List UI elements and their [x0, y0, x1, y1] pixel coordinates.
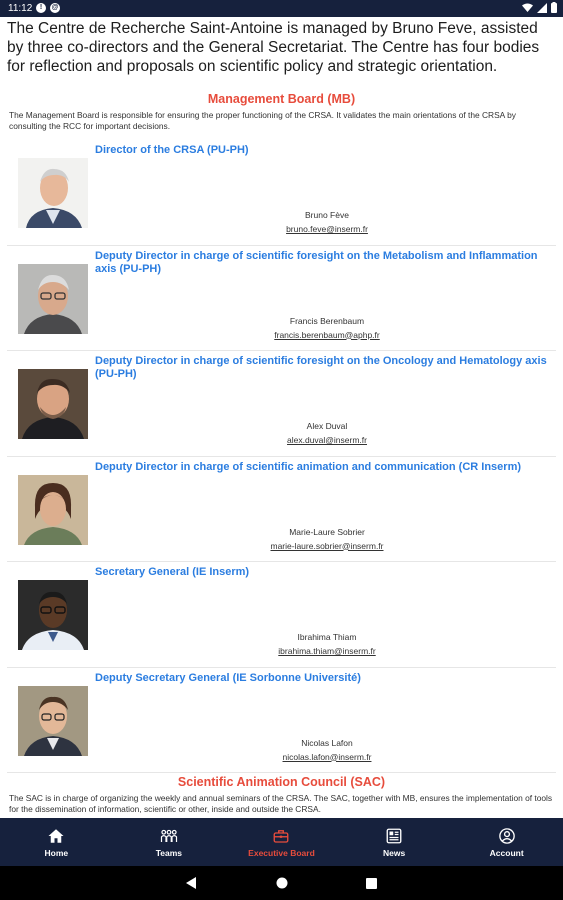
member-email-link[interactable]: ibrahima.thiam@inserm.fr	[167, 646, 487, 656]
notification-icon: !	[36, 3, 46, 13]
nav-item-teams[interactable]: Teams	[113, 818, 226, 866]
member-role[interactable]: Deputy Secretary General (IE Sorbonne Un…	[95, 672, 555, 685]
nav-label: Home	[44, 847, 69, 858]
member-name: Alex Duval	[306, 421, 348, 431]
member-role[interactable]: Deputy Director in charge of scientific …	[95, 461, 555, 474]
member-name: Ibrahima Thiam	[297, 632, 357, 642]
member-photo	[18, 369, 88, 439]
member-email-link[interactable]: bruno.feve@inserm.fr	[167, 224, 487, 234]
status-bar: 11:12 ! @	[0, 0, 563, 17]
home-icon	[48, 828, 64, 843]
nav-item-news[interactable]: News	[338, 818, 451, 866]
signal-icon	[537, 2, 547, 13]
member-photo	[18, 158, 88, 228]
member-card: Director of the CRSA (PU-PH) Bruno Fève …	[7, 140, 556, 246]
nav-item-executive-board[interactable]: Executive Board	[225, 818, 338, 866]
member-role[interactable]: Secretary General (IE Inserm)	[95, 566, 555, 579]
status-time: 11:12	[8, 3, 33, 14]
battery-icon	[551, 2, 557, 13]
member-name: Bruno Fève	[305, 210, 349, 220]
nav-label: Account	[489, 847, 524, 858]
system-navigation-bar	[0, 866, 563, 900]
member-photo	[18, 474, 88, 545]
member-name: Francis Berenbaum	[289, 315, 365, 326]
member-email-link[interactable]: nicolas.lafon@inserm.fr	[167, 752, 487, 762]
member-photo	[18, 263, 88, 334]
executive-board-icon	[274, 829, 289, 843]
recents-icon[interactable]	[366, 877, 377, 889]
account-icon	[498, 827, 515, 844]
member-photo	[18, 685, 88, 756]
nav-item-home[interactable]: Home	[0, 818, 113, 866]
member-name: Marie-Laure Sobrier	[289, 526, 365, 537]
app-notification-icon: @	[50, 3, 60, 13]
member-photo	[18, 580, 88, 650]
nav-label: Teams	[155, 847, 183, 858]
member-card: Deputy Director in charge of scientific …	[7, 246, 556, 351]
home-button-icon[interactable]	[276, 877, 288, 889]
member-card: Deputy Secretary General (IE Sorbonne Un…	[7, 668, 556, 773]
member-name: Nicolas Lafon	[301, 737, 353, 748]
teams-icon	[160, 829, 177, 842]
member-email-link[interactable]: francis.berenbaum@aphp.fr	[167, 330, 487, 340]
member-email-link[interactable]: marie-laure.sobrier@inserm.fr	[167, 541, 487, 551]
section-title-sac: Scientific Animation Council (SAC)	[177, 775, 386, 789]
news-icon	[386, 828, 402, 843]
section-description: The Management Board is responsible for …	[9, 110, 516, 131]
back-icon[interactable]	[186, 877, 198, 889]
intro-text: The Centre de Recherche Saint-Antoine is…	[7, 20, 540, 75]
wifi-icon	[522, 3, 533, 12]
section-title-management-board: Management Board (MB)	[207, 92, 356, 106]
nav-label: Executive Board	[248, 847, 315, 858]
member-role[interactable]: Deputy Director in charge of scientific …	[95, 250, 555, 276]
member-list: Director of the CRSA (PU-PH) Bruno Fève …	[7, 140, 556, 773]
member-card: Deputy Director in charge of scientific …	[7, 351, 556, 457]
member-role[interactable]: Deputy Director in charge of scientific …	[95, 355, 555, 381]
member-card: Secretary General (IE Inserm) Ibrahima T…	[7, 562, 556, 668]
member-role[interactable]: Director of the CRSA (PU-PH)	[95, 144, 555, 157]
member-card: Deputy Director in charge of scientific …	[7, 457, 556, 562]
member-email-link[interactable]: alex.duval@inserm.fr	[167, 435, 487, 445]
section-description: The SAC is in charge of organizing the w…	[9, 793, 553, 814]
bottom-navigation: Home Teams Executive Board News Account	[0, 818, 563, 866]
nav-label: News	[382, 847, 406, 858]
nav-item-account[interactable]: Account	[450, 818, 563, 866]
content-scroll-area[interactable]: The Centre de Recherche Saint-Antoine is…	[0, 17, 563, 818]
